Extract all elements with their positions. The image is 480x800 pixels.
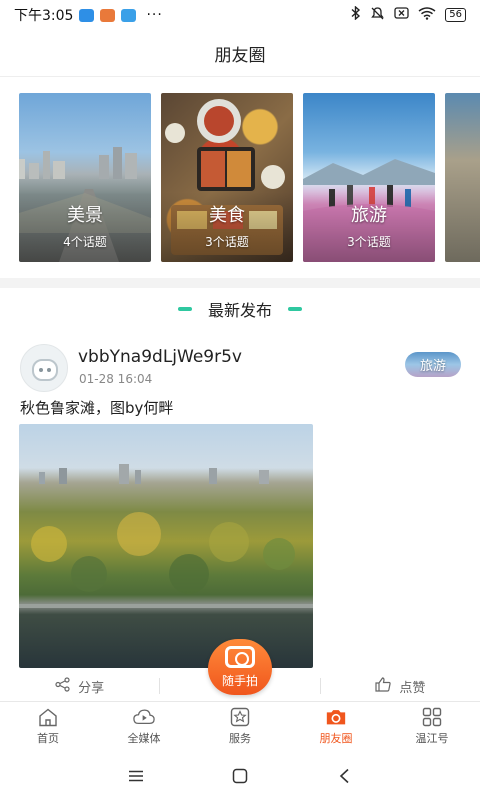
quick-shoot-circle: 随手拍 xyxy=(208,639,272,695)
topic-name: 旅游 xyxy=(351,205,387,226)
section-dash-right xyxy=(288,307,302,311)
status-time: 下午3:05 xyxy=(14,8,74,24)
post-topic-tag-label: 旅游 xyxy=(419,359,446,374)
topic-name: 美景 xyxy=(67,205,103,226)
camera-icon xyxy=(325,707,347,727)
section-divider xyxy=(0,278,480,288)
action-divider xyxy=(159,678,161,694)
system-nav-bar xyxy=(0,752,480,800)
nav-item-service[interactable]: 服务 xyxy=(192,702,288,751)
bottom-nav: 首页 全媒体 服务 朋友圈 温江号 xyxy=(0,701,480,751)
topic-carousel[interactable]: 美景 4个话题 美食 3个话题 旅游 3个话题 xyxy=(0,93,480,262)
thumbs-up-icon xyxy=(375,676,391,696)
avatar-eye xyxy=(47,368,51,372)
wifi-icon xyxy=(418,6,436,24)
topic-card-travel[interactable]: 旅游 3个话题 xyxy=(303,93,435,262)
share-icon xyxy=(55,676,70,696)
battery-icon: 56 xyxy=(445,8,466,22)
section-title: 最新发布 xyxy=(207,301,272,320)
recent-apps-icon[interactable] xyxy=(126,766,146,786)
section-heading: 最新发布 xyxy=(0,295,480,323)
topic-count: 4个话题 xyxy=(63,235,107,249)
post-timestamp: 01-28 16:04 xyxy=(79,372,153,386)
notification-app-icon xyxy=(100,8,116,22)
service-star-icon xyxy=(229,707,251,727)
nav-item-moments[interactable]: 朋友圈 xyxy=(288,702,384,751)
nav-label: 温江号 xyxy=(415,732,449,745)
nav-label: 服务 xyxy=(229,732,251,745)
notification-app-icon xyxy=(121,8,137,22)
bluetooth-icon xyxy=(351,5,361,24)
avatar-eye xyxy=(39,368,43,372)
page-header: 朋友圈 xyxy=(0,30,480,77)
like-label: 点赞 xyxy=(399,680,426,696)
status-bar: 下午3:05 ··· 56 xyxy=(0,0,480,30)
share-label: 分享 xyxy=(78,680,105,696)
grid-icon xyxy=(421,707,443,727)
post-image[interactable] xyxy=(19,424,313,668)
topic-name: 美食 xyxy=(209,205,245,226)
nav-item-wenjiang[interactable]: 温江号 xyxy=(384,702,480,751)
home-button-icon[interactable] xyxy=(230,766,250,786)
nav-label: 全媒体 xyxy=(127,732,161,745)
topic-image xyxy=(445,93,480,262)
page-title: 朋友圈 xyxy=(214,45,266,66)
nav-item-media[interactable]: 全媒体 xyxy=(96,702,192,751)
section-dash-left xyxy=(177,307,192,311)
quick-shoot-button[interactable]: 随手拍 xyxy=(208,639,272,695)
nav-label: 首页 xyxy=(37,732,59,745)
media-icon xyxy=(133,707,155,727)
like-button[interactable]: 点赞 xyxy=(321,676,480,696)
post-text: 秋色鲁家滩，图by何畔 xyxy=(20,399,174,417)
post-username[interactable]: vbbYna9dLjWe9r5v xyxy=(78,347,242,367)
camera-icon xyxy=(225,646,255,668)
avatar[interactable] xyxy=(20,344,68,392)
home-icon xyxy=(37,707,59,727)
sim-blocked-icon xyxy=(394,7,409,23)
share-button[interactable]: 分享 xyxy=(0,676,159,696)
status-left: 下午3:05 ··· xyxy=(14,5,163,25)
quick-shoot-label: 随手拍 xyxy=(221,674,258,688)
topic-card-partial[interactable] xyxy=(445,93,480,262)
notification-app-icon xyxy=(79,8,95,22)
back-icon[interactable] xyxy=(334,766,354,786)
status-right: 56 xyxy=(351,5,466,25)
nav-item-home[interactable]: 首页 xyxy=(0,702,96,751)
topic-card-scenery[interactable]: 美景 4个话题 xyxy=(19,93,151,262)
nav-label: 朋友圈 xyxy=(319,732,353,745)
more-notifications-icon: ··· xyxy=(146,7,163,23)
topic-card-food[interactable]: 美食 3个话题 xyxy=(161,93,293,262)
topic-count: 3个话题 xyxy=(205,235,249,249)
post-topic-tag[interactable]: 旅游 xyxy=(405,352,461,377)
mute-icon xyxy=(370,6,385,25)
topic-count: 3个话题 xyxy=(347,235,391,249)
robot-avatar-icon xyxy=(32,359,58,381)
